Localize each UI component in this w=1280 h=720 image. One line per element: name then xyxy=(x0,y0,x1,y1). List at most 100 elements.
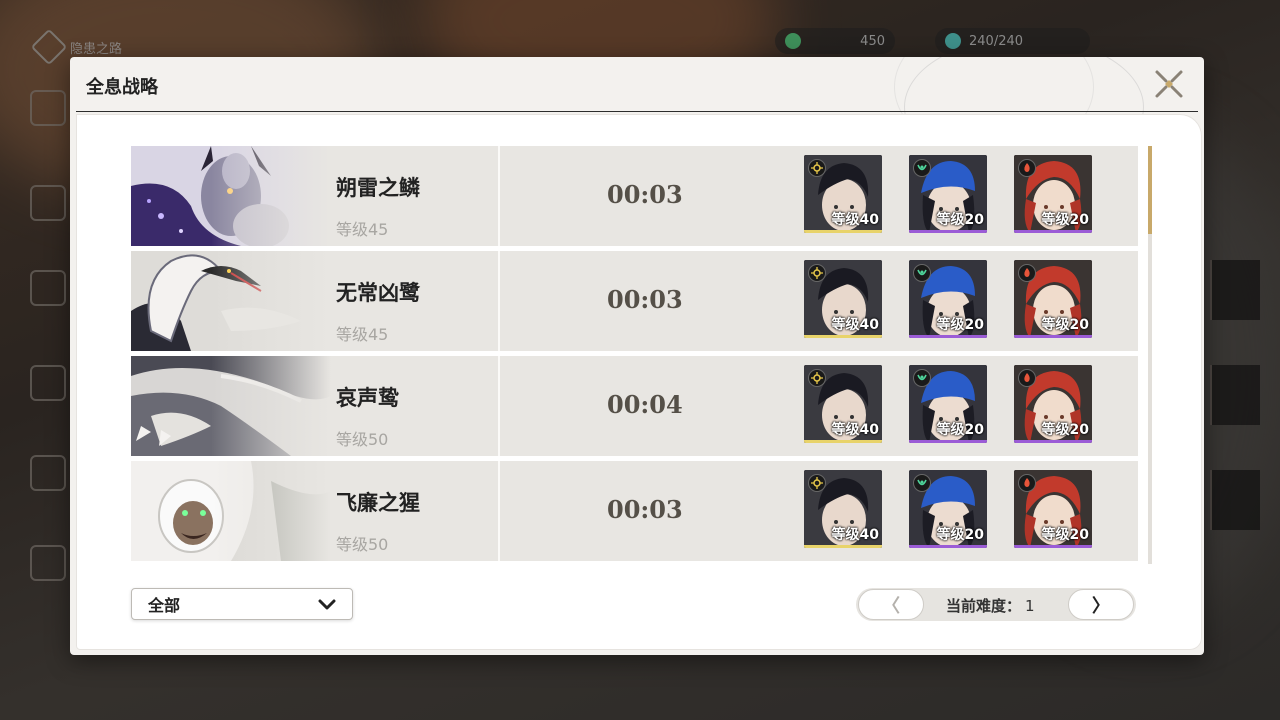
team-member[interactable]: 等级20 xyxy=(1014,260,1092,338)
record-row[interactable]: 飞廉之猩 等级50 00:03 等级40 等级20 等级20 xyxy=(131,461,1138,561)
next-difficulty-button[interactable]: 〉 xyxy=(1068,589,1134,620)
aero-icon xyxy=(913,264,931,282)
stamina-counter: 240/240 xyxy=(935,28,1090,54)
currency-counter: 450 xyxy=(775,28,895,54)
boss-name: 无常凶鹭 xyxy=(336,281,420,305)
team-member[interactable]: 等级20 xyxy=(1014,155,1092,233)
location-icon xyxy=(30,28,68,66)
boss-level: 等级50 xyxy=(336,535,389,554)
menu-icon xyxy=(30,545,66,581)
boss-portrait xyxy=(131,251,331,351)
menu-icon xyxy=(30,365,66,401)
record-row[interactable]: 哀声鸷 等级50 00:04 等级40 等级20 等级20 xyxy=(131,356,1138,456)
fusion-icon xyxy=(1018,264,1036,282)
record-list[interactable]: 朔雷之鳞 等级45 00:03 等级40 等级20 等级20 无常凶鹭 等级45… xyxy=(131,146,1149,564)
location-label: 隐患之路 xyxy=(70,41,123,57)
menu-icon xyxy=(30,270,66,306)
team-lineup: 等级40 等级20 等级20 xyxy=(804,260,1092,338)
panel-header: 全息战略 xyxy=(76,57,1198,112)
member-level: 等级40 xyxy=(831,527,879,543)
team-member[interactable]: 等级40 xyxy=(804,365,882,443)
difficulty-pager: 〈 当前难度： 1 〉 xyxy=(856,588,1136,621)
rarity-bar xyxy=(909,230,987,233)
fusion-icon xyxy=(1018,474,1036,492)
rarity-bar xyxy=(804,335,882,338)
menu-icon xyxy=(30,455,66,491)
fusion-icon xyxy=(1018,159,1036,177)
clear-time: 00:03 xyxy=(607,285,683,314)
list-scrollbar[interactable] xyxy=(1148,146,1152,564)
boss-name: 飞廉之猩 xyxy=(336,491,420,515)
member-level: 等级20 xyxy=(936,422,984,438)
boss-name: 朔雷之鳞 xyxy=(336,176,420,200)
team-member[interactable]: 等级20 xyxy=(1014,365,1092,443)
member-level: 等级40 xyxy=(831,212,879,228)
divider xyxy=(498,146,500,246)
previous-difficulty-button[interactable]: 〈 xyxy=(858,589,924,620)
chevron-down-icon xyxy=(318,599,336,610)
member-level: 等级20 xyxy=(1041,422,1089,438)
rarity-bar xyxy=(804,440,882,443)
team-lineup: 等级40 等级20 等级20 xyxy=(804,470,1092,548)
divider xyxy=(498,251,500,351)
spectro-icon xyxy=(808,474,826,492)
boss-level: 等级50 xyxy=(336,430,389,449)
team-lineup: 等级40 等级20 等级20 xyxy=(804,365,1092,443)
divider xyxy=(498,356,500,456)
boss-level: 等级45 xyxy=(336,220,389,239)
purple-dragon-portrait xyxy=(131,146,331,246)
rarity-bar xyxy=(1014,440,1092,443)
rarity-bar xyxy=(1014,335,1092,338)
fusion-icon xyxy=(1018,369,1036,387)
white-heron-portrait xyxy=(131,251,331,351)
scrollbar-thumb[interactable] xyxy=(1148,146,1152,234)
team-lineup: 等级40 等级20 等级20 xyxy=(804,155,1092,233)
difficulty-indicator: 当前难度： 1 xyxy=(946,595,1035,616)
team-member[interactable]: 等级20 xyxy=(909,365,987,443)
white-ape-portrait xyxy=(131,461,331,561)
rarity-bar xyxy=(804,545,882,548)
team-member[interactable]: 等级40 xyxy=(804,260,882,338)
spectro-icon xyxy=(808,264,826,282)
clear-time: 00:04 xyxy=(607,390,683,419)
team-member[interactable]: 等级20 xyxy=(909,260,987,338)
spectro-icon xyxy=(808,369,826,387)
difficulty-value: 1 xyxy=(1025,597,1035,615)
record-list-area: 朔雷之鳞 等级45 00:03 等级40 等级20 等级20 无常凶鹭 等级45… xyxy=(76,114,1202,650)
rarity-bar xyxy=(909,440,987,443)
record-row[interactable]: 无常凶鹭 等级45 00:03 等级40 等级20 等级20 xyxy=(131,251,1138,351)
side-card xyxy=(1210,470,1260,530)
boss-level: 等级45 xyxy=(336,325,389,344)
divider xyxy=(498,461,500,561)
rarity-bar xyxy=(909,545,987,548)
grey-bird-portrait xyxy=(131,356,331,456)
currency-icon xyxy=(785,33,801,49)
menu-icon xyxy=(30,185,66,221)
team-member[interactable]: 等级20 xyxy=(909,470,987,548)
rarity-bar xyxy=(804,230,882,233)
close-button[interactable] xyxy=(1150,65,1188,103)
filter-selected-label: 全部 xyxy=(148,596,181,615)
boss-portrait xyxy=(131,461,331,561)
member-level: 等级40 xyxy=(831,317,879,333)
clear-time: 00:03 xyxy=(607,180,683,209)
rarity-bar xyxy=(1014,545,1092,548)
boss-portrait xyxy=(131,356,331,456)
team-member[interactable]: 等级20 xyxy=(1014,470,1092,548)
member-level: 等级20 xyxy=(936,527,984,543)
member-level: 等级20 xyxy=(1041,527,1089,543)
rarity-bar xyxy=(1014,230,1092,233)
team-member[interactable]: 等级40 xyxy=(804,155,882,233)
currency-value: 450 xyxy=(860,33,885,49)
team-member[interactable]: 等级20 xyxy=(909,155,987,233)
member-level: 等级20 xyxy=(936,212,984,228)
record-row[interactable]: 朔雷之鳞 等级45 00:03 等级40 等级20 等级20 xyxy=(131,146,1138,246)
close-icon xyxy=(1155,70,1183,98)
filter-dropdown[interactable]: 全部 xyxy=(131,588,353,620)
team-member[interactable]: 等级40 xyxy=(804,470,882,548)
member-level: 等级20 xyxy=(1041,317,1089,333)
clear-time: 00:03 xyxy=(607,495,683,524)
stamina-value: 240/240 xyxy=(969,33,1024,49)
member-level: 等级20 xyxy=(936,317,984,333)
holographic-strategy-panel: 全息战略 朔雷之鳞 等级45 00:03 等级40 等级20 等级20 无常凶鹭… xyxy=(70,57,1204,655)
